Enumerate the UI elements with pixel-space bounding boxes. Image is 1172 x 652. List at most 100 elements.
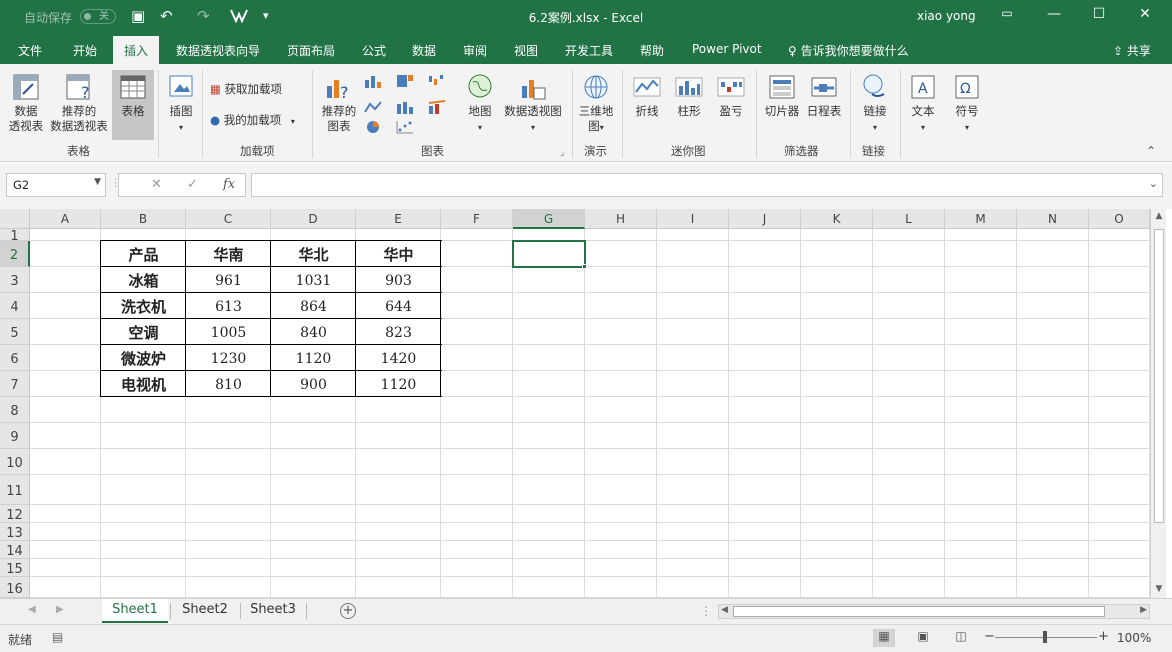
table-cell[interactable]: 961 [186,267,271,293]
waterfall-chart-icon[interactable] [428,74,446,88]
column-header[interactable]: K [801,209,873,229]
winloss-sparkline-button[interactable]: 盈亏 [714,72,748,119]
tab-developer[interactable]: 开发工具 [565,42,613,59]
table-cell[interactable]: 1420 [356,345,441,371]
scroll-left-icon[interactable]: ◀ [721,605,728,615]
table-header-cell[interactable]: 华南 [186,241,271,267]
minimize-icon[interactable]: — [1042,6,1066,22]
name-box-dropdown-icon[interactable]: ▼ [94,177,101,187]
tab-home[interactable]: 开始 [73,42,97,59]
column-sparkline-button[interactable]: 柱形 [672,72,706,119]
tab-help[interactable]: 帮助 [640,42,664,59]
table-cell[interactable]: 864 [271,293,356,319]
table-button[interactable]: 表格 [112,70,154,140]
name-box[interactable]: G2 ▼ [6,173,106,197]
table-cell[interactable]: 840 [271,319,356,345]
close-icon[interactable]: ✕ [1133,6,1157,22]
row-header[interactable]: 7 [0,371,30,397]
column-header[interactable]: N [1017,209,1089,229]
pivot-table-button[interactable]: 数据 透视表 [6,72,46,134]
zoom-in-icon[interactable]: + [1098,629,1109,644]
sheet-tab-sheet2[interactable]: Sheet2 [172,599,238,623]
ribbon-display-icon[interactable]: ▭ [995,6,1019,20]
column-header[interactable]: B [101,209,186,229]
collapse-ribbon-icon[interactable]: ⌃ [1146,144,1156,158]
timeline-button[interactable]: 日程表 [804,72,844,119]
active-cell[interactable] [512,240,586,268]
my-addins-dropdown-icon[interactable]: ▾ [291,117,295,126]
charts-dialog-launcher-icon[interactable]: ⌟ [560,148,564,158]
row-header[interactable]: 14 [0,541,30,559]
table-header-cell[interactable]: 华中 [356,241,441,267]
my-addins-button[interactable]: ● 我的加载项 ▾ [210,110,295,130]
row-header[interactable]: 10 [0,449,30,475]
scroll-down-icon[interactable]: ▼ [1151,584,1167,594]
slicer-button[interactable]: 切片器 [762,72,802,119]
insert-function-icon[interactable]: fx [223,177,235,192]
zoom-level[interactable]: 100% [1117,631,1151,645]
normal-view-icon[interactable]: ▦ [873,629,895,647]
pie-chart-icon[interactable] [364,120,382,134]
tab-insert[interactable]: 插入 [113,36,160,64]
line-sparkline-button[interactable]: 折线 [630,72,664,119]
tab-data[interactable]: 数据 [412,42,436,59]
tab-power-pivot[interactable]: Power Pivot [692,42,762,56]
row-header[interactable]: 4 [0,293,30,319]
customize-qat-icon[interactable]: ▾ [263,7,269,25]
zoom-slider-thumb[interactable] [1043,631,1047,643]
tab-review[interactable]: 审阅 [463,42,487,59]
sheet-tab-sheet1[interactable]: Sheet1 [102,599,168,623]
table-cell[interactable]: 电视机 [101,371,186,397]
user-name[interactable]: xiao yong [917,9,976,23]
table-cell[interactable]: 810 [186,371,271,397]
save-icon[interactable]: ▣ [131,7,145,25]
column-header[interactable]: A [30,209,101,229]
tell-me-box[interactable]: ♀ 告诉我你想要做什么 [788,42,909,59]
column-header[interactable]: F [441,209,513,229]
formula-input[interactable]: ⌄ [251,173,1163,197]
statistic-chart-icon[interactable] [396,100,414,114]
tab-split-grip-icon[interactable]: ⋮ [700,604,712,618]
column-header[interactable]: O [1089,209,1150,229]
scroll-right-icon[interactable]: ▶ [1140,605,1147,615]
tab-file[interactable]: 文件 [18,42,42,59]
cancel-formula-icon[interactable]: ✕ [151,177,162,192]
table-cell[interactable]: 900 [271,371,356,397]
table-header-cell[interactable]: 华北 [271,241,356,267]
next-sheet-icon[interactable]: ▶ [56,604,64,615]
table-cell[interactable]: 903 [356,267,441,293]
table-cell[interactable]: 1031 [271,267,356,293]
tab-formulas[interactable]: 公式 [362,42,386,59]
sheet-tab-sheet3[interactable]: Sheet3 [242,599,304,623]
table-cell[interactable]: 空调 [101,319,186,345]
row-header[interactable]: 3 [0,267,30,293]
get-addins-button[interactable]: ▦ 获取加载项 [210,79,282,99]
maximize-icon[interactable]: ☐ [1087,6,1111,22]
row-header[interactable]: 8 [0,397,30,423]
row-header[interactable]: 15 [0,559,30,577]
column-chart-icon[interactable] [364,74,382,88]
row-header[interactable]: 11 [0,475,30,505]
table-cell[interactable]: 冰箱 [101,267,186,293]
row-header[interactable]: 1 [0,229,30,244]
row-header[interactable]: 6 [0,345,30,371]
row-header[interactable]: 13 [0,523,30,541]
maps-button[interactable]: 地图 ▾ [464,72,496,135]
undo-icon[interactable]: ↶ [160,7,173,25]
illustrations-button[interactable]: 插图 ▾ [164,72,198,135]
vertical-scroll-thumb[interactable] [1154,229,1164,523]
3d-map-button[interactable]: 三维地 图▾ [576,72,616,135]
column-header[interactable]: D [271,209,356,229]
zoom-out-icon[interactable]: − [984,629,995,644]
table-cell[interactable]: 洗衣机 [101,293,186,319]
column-header[interactable]: C [186,209,271,229]
text-button[interactable]: A 文本 ▾ [904,72,942,135]
touch-mode-icon[interactable] [230,7,248,27]
pivot-chart-button[interactable]: 数据透视图 ▾ [502,72,564,135]
link-button[interactable]: 链接 ▾ [856,72,894,135]
row-header[interactable]: 16 [0,577,30,598]
column-header[interactable]: J [729,209,801,229]
worksheet-grid[interactable]: A B C D E F G H I J K L M N O 1 2 3 4 5 6 7 8 9 10 11 12 13 14 15 16 产品… [0,209,1172,598]
horizontal-scrollbar[interactable]: ◀ ▶ [718,604,1150,619]
combo-chart-icon[interactable] [428,100,446,114]
